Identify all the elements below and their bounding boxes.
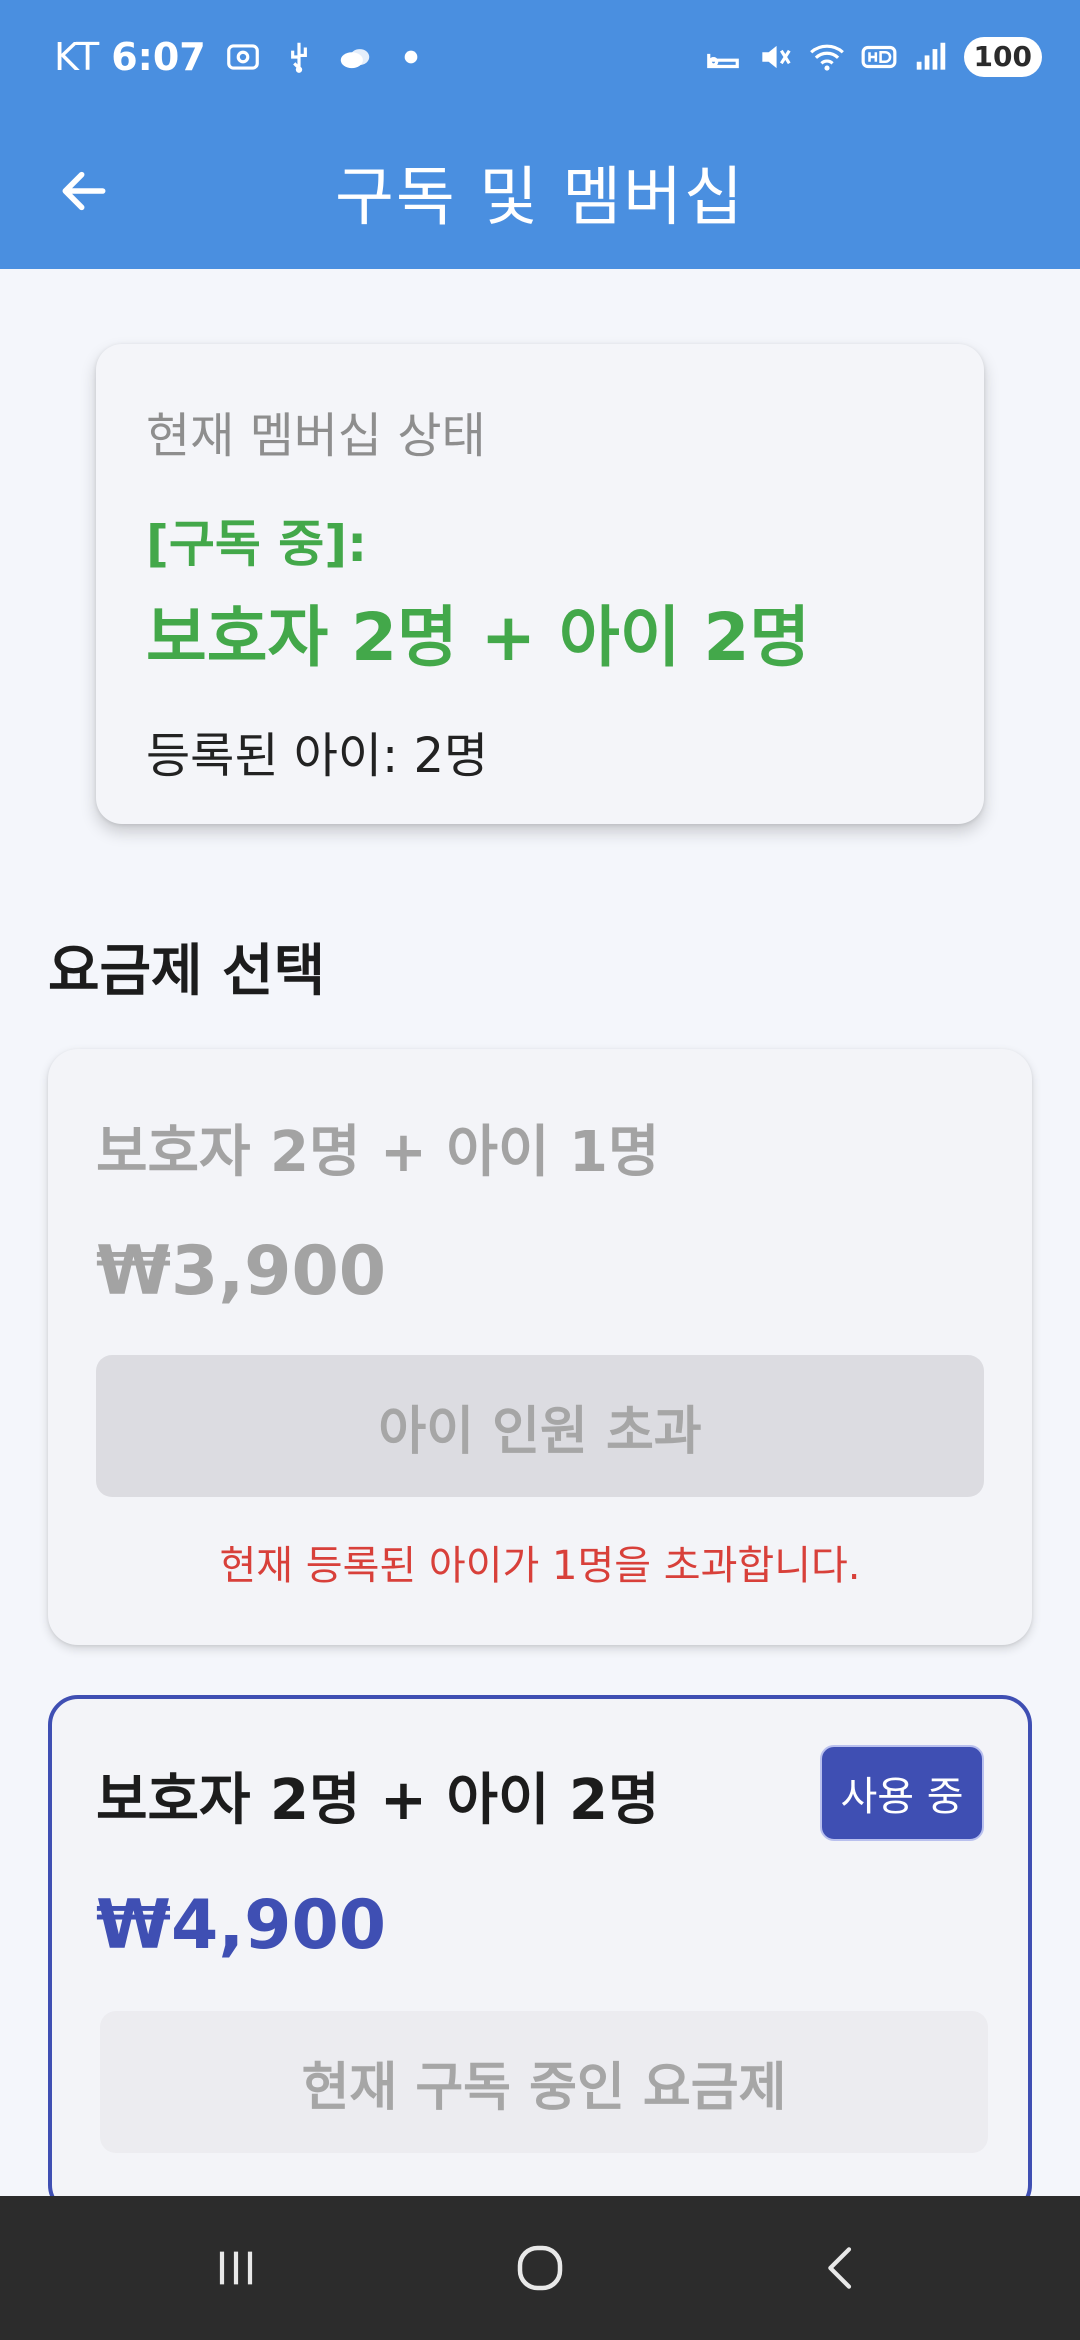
membership-status-label: 현재 멤버십 상태 (146, 408, 486, 464)
plans-section-title: 요금제 선택 (48, 939, 326, 1004)
screenshot-icon (226, 44, 259, 70)
home-button[interactable] (470, 2218, 610, 2318)
hd-voice-icon (861, 45, 896, 69)
arrow-left-icon (62, 171, 106, 211)
in-use-badge: 사용 중 (820, 1745, 984, 1841)
weather-cloud-icon (340, 49, 369, 69)
status-left: KT 6:07 (54, 32, 430, 82)
nav-back-button[interactable] (772, 2218, 912, 2318)
recents-button[interactable] (166, 2218, 306, 2318)
plan-card-2-kids: 보호자 2명 + 아이 2명 사용 중 ₩4,900 현재 구독 중인 요금제 (48, 1695, 1032, 2215)
mute-icon (761, 45, 791, 69)
wifi-icon (809, 44, 844, 71)
subscription-state-tag: [구독 중]: (146, 515, 368, 573)
system-nav-bar (0, 2196, 1080, 2340)
plan-name: 보호자 2명 + 아이 1명 (96, 1120, 660, 1185)
plan-price: ₩3,900 (96, 1232, 387, 1311)
back-button[interactable] (48, 155, 120, 227)
carrier-label: KT (54, 35, 100, 79)
battery-level: 100 (963, 37, 1042, 77)
plan-price: ₩4,900 (96, 1886, 387, 1965)
plan-warning-text: 현재 등록된 아이가 1명을 초과합니다. (219, 1543, 861, 1589)
sleep-mode-icon (706, 53, 739, 69)
app-bar: 구독 및 멤버십 (0, 115, 1080, 269)
plan-card-1-kid: 보호자 2명 + 아이 1명 ₩3,900 아이 인원 초과 현재 등록된 아이… (48, 1049, 1032, 1645)
status-bar: KT 6:07 100 (0, 0, 1080, 115)
status-right: 100 (704, 32, 1042, 82)
kid-limit-exceeded-button[interactable]: 아이 인원 초과 (96, 1355, 984, 1497)
page-title: 구독 및 멤버십 (335, 161, 745, 235)
signal-icon (916, 42, 945, 70)
current-plan-name: 보호자 2명 + 아이 2명 (146, 599, 811, 676)
recents-icon (219, 2251, 253, 2285)
registered-kids-count: 등록된 아이: 2명 (146, 728, 489, 784)
membership-status-card: 현재 멤버십 상태 [구독 중]: 보호자 2명 + 아이 2명 등록된 아이:… (96, 344, 984, 824)
usb-icon (290, 42, 307, 73)
back-chevron-icon (828, 2247, 852, 2289)
clock: 6:07 (111, 35, 206, 79)
home-icon (517, 2245, 563, 2291)
notification-dot-icon (404, 50, 418, 64)
current-plan-button[interactable]: 현재 구독 중인 요금제 (100, 2011, 988, 2153)
